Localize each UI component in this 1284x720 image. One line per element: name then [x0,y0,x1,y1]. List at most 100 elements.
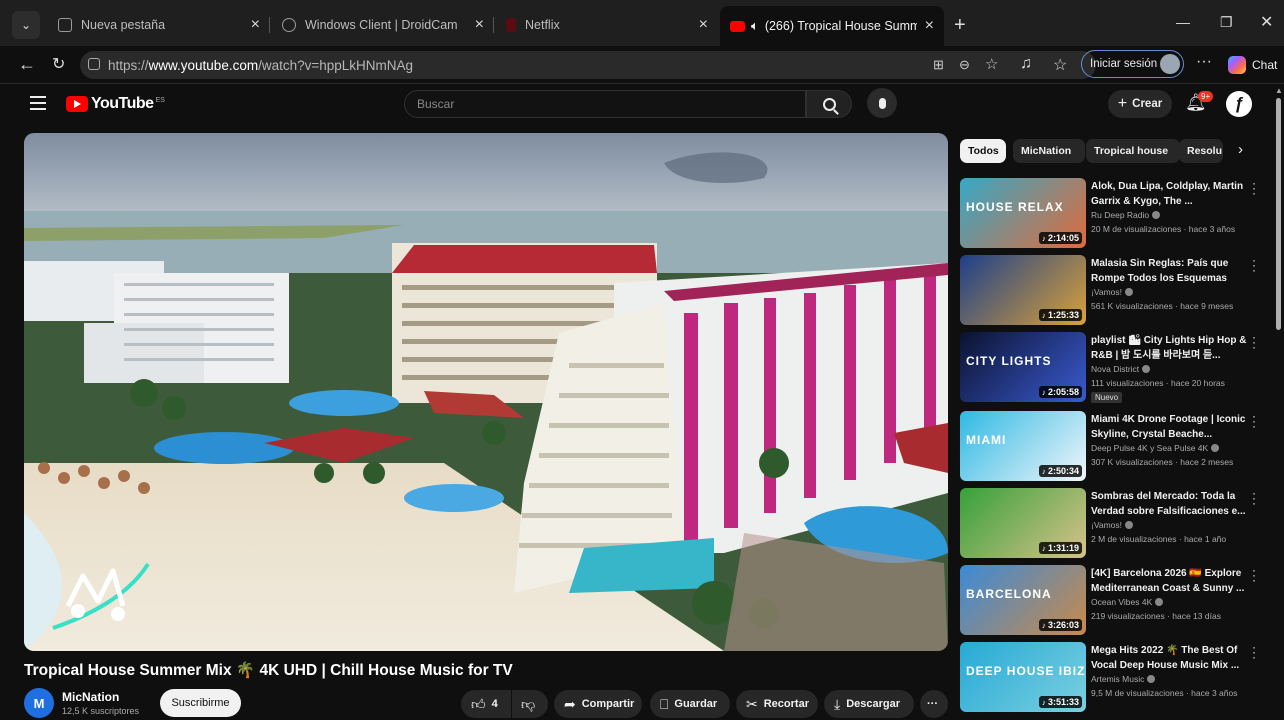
video-thumbnail[interactable]: HOUSE RELAX 2:14:05 [960,178,1086,248]
clip-button[interactable]: ✂ Recortar [736,690,818,718]
recommendation-title[interactable]: [4K] Barcelona 2026 🇪🇸 Explore Mediterra… [1091,566,1247,596]
video-thumbnail[interactable]: CITY LIGHTS 2:05:58 [960,332,1086,402]
recommendation-title[interactable]: Mega Hits 2022 🌴 The Best Of Vocal Deep … [1091,643,1247,673]
subscribe-button[interactable]: Suscribirme [160,689,241,717]
tab-actions-menu-button[interactable]: ⌄ [12,11,40,39]
voice-search-button[interactable] [867,88,897,118]
more-vertical-icon[interactable]: · · · [1252,331,1256,353]
verified-icon [1147,675,1156,683]
video-duration: 1:25:33 [1038,309,1082,321]
menu-icon[interactable] [30,96,46,114]
recommendation-item[interactable]: CITY LIGHTS 2:05:58 playlist 🏙 City Lights… [960,331,1262,403]
chip-tropical-house[interactable]: Tropical house [1086,139,1180,163]
netflix-icon [506,18,516,32]
scroll-up-icon[interactable]: ▲ [1275,86,1283,95]
close-icon[interactable]: × [699,16,708,34]
page-scrollbar[interactable] [1276,98,1281,330]
reload-icon[interactable]: ↻ [52,54,65,74]
share-button[interactable]: ➦ Compartir [554,690,642,718]
more-vertical-icon[interactable]: · · · [1252,410,1256,432]
chip-micnation[interactable]: MicNation [1013,139,1085,163]
tab-netflix[interactable]: Netflix × [496,9,718,41]
video-thumbnail[interactable]: 1:25:33 [960,255,1086,325]
recommendation-channel[interactable]: Deep Pulse 4K y Sea Pulse 4K [1091,443,1220,453]
tab-label: Netflix [525,18,560,32]
youtube-logo[interactable]: YouTube ES [66,95,165,113]
browser-toolbar: ← ↻ https://www.youtube.com/watch?v=hppL… [0,46,1284,84]
tab-droidcam[interactable]: Windows Client | DroidCam × [272,9,494,41]
video-thumbnail[interactable]: BARCELONA 3:26:03 [960,565,1086,635]
close-icon[interactable]: × [475,16,484,34]
tab-label: Nueva pestaña [81,18,166,32]
channel-avatar[interactable]: M [24,688,54,718]
channel-label: Ru Deep Radio [1091,210,1150,220]
close-window-button[interactable]: ✕ [1260,12,1273,32]
recommendation-item[interactable]: 1:31:19 Sombras del Mercado: Toda la Verd… [960,487,1262,558]
recommendation-title[interactable]: Alok, Dua Lipa, Coldplay, Martin Garrix … [1091,179,1247,209]
chat-label: Chat [1252,58,1278,72]
channel-watermark-logo [48,556,158,641]
recommendation-channel[interactable]: Nova District [1091,364,1151,374]
dislike-button[interactable]: 👎︎ [512,690,548,718]
more-vertical-icon[interactable]: · · · [1252,177,1256,199]
sign-in-button[interactable]: Iniciar sesión [1081,50,1184,78]
close-icon[interactable]: × [925,17,934,35]
more-vertical-icon[interactable]: · · · [1252,254,1256,276]
download-button[interactable]: ⤓ Descargar [824,690,914,718]
tab-new-tab[interactable]: Nueva pestaña × [48,9,270,41]
recommendation-item[interactable]: MIAMI 2:50:34 Miami 4K Drone Footage | Ico… [960,410,1262,481]
favorites-icon[interactable]: ☆ [1053,55,1067,75]
account-avatar[interactable]: ƒ [1226,91,1252,117]
zoom-icon[interactable]: ⊖ [959,57,970,73]
minimize-button[interactable]: — [1176,14,1190,30]
recommendation-title[interactable]: Miami 4K Drone Footage | Iconic Skyline,… [1091,412,1247,442]
microphone-icon [878,97,886,109]
more-horizontal-icon: ··· [927,698,938,710]
video-thumbnail[interactable]: DEEP HOUSE IBIZA 3:51:33 [960,642,1086,712]
channel-label: Artemis Music [1091,674,1145,684]
create-button[interactable]: + Crear [1108,90,1172,118]
more-vertical-icon[interactable]: · · · [1252,641,1256,663]
recommendation-item[interactable]: DEEP HOUSE IBIZA 3:51:33 Mega Hits 2022 🌴 … [960,641,1262,712]
recommendation-channel[interactable]: ¡Vamos! [1091,520,1134,530]
video-player[interactable] [24,133,948,651]
like-button[interactable]: 👍︎ 4 [461,690,511,718]
recommendation-title[interactable]: playlist 🏙 City Lights Hip Hop & R&B | 밤… [1091,333,1247,363]
recommendation-item[interactable]: HOUSE RELAX 2:14:05 Alok, Dua Lipa, Coldpl… [960,177,1262,248]
channel-name[interactable]: MicNation [62,690,119,704]
recommendation-channel[interactable]: Ocean Vibes 4K [1091,597,1164,607]
save-button[interactable]: ⎕ Guardar [650,690,730,718]
speaker-icon[interactable]: 🔈︎ [751,18,759,34]
maximize-button[interactable]: ❐ [1220,14,1233,31]
tab-youtube-active[interactable]: 🔈︎ (266) Tropical House Summer × [720,6,944,46]
recommendation-item[interactable]: BARCELONA 3:26:03 [4K] Barcelona 2026 🇪🇸 E… [960,564,1262,635]
copilot-chat-button[interactable]: Chat [1228,56,1277,74]
more-vertical-icon[interactable]: · · · [1252,564,1256,586]
close-icon[interactable]: × [251,16,260,34]
more-actions-button[interactable]: ··· [920,690,948,718]
chevron-right-icon[interactable]: › [1238,141,1243,158]
back-arrow-icon[interactable]: ← [18,54,36,75]
app-available-icon[interactable]: ⊞ [933,57,944,73]
recommendation-title[interactable]: Sombras del Mercado: Toda la Verdad sobr… [1091,489,1247,519]
recommendation-channel[interactable]: Artemis Music [1091,674,1156,684]
recommendation-channel[interactable]: ¡Vamos! [1091,287,1134,297]
more-options-icon[interactable]: ··· [1196,53,1212,71]
new-tab-button[interactable]: + [954,14,966,37]
video-title: Tropical House Summer Mix 🌴 4K UHD | Chi… [24,662,513,679]
recommendation-channel[interactable]: Ru Deep Radio [1091,210,1161,220]
chip-resolucion[interactable]: Resolu [1179,139,1223,163]
recommendation-title[interactable]: Malasia Sin Reglas: País que Rompe Todos… [1091,256,1247,286]
recommendation-item[interactable]: 1:25:33 Malasia Sin Reglas: País que Romp… [960,254,1262,325]
search-button[interactable] [806,90,852,118]
video-frame-resort-scene [24,133,948,651]
search-input[interactable]: Buscar [404,90,806,118]
video-thumbnail[interactable]: 1:31:19 [960,488,1086,558]
favorite-star-icon[interactable]: ☆ [985,55,998,73]
like-count: 4 [491,698,498,710]
site-info-icon[interactable] [88,58,100,70]
extensions-icon[interactable]: ♫ [1020,55,1032,73]
chip-todos[interactable]: Todos [960,139,1006,163]
video-thumbnail[interactable]: MIAMI 2:50:34 [960,411,1086,481]
more-vertical-icon[interactable]: · · · [1252,487,1256,509]
